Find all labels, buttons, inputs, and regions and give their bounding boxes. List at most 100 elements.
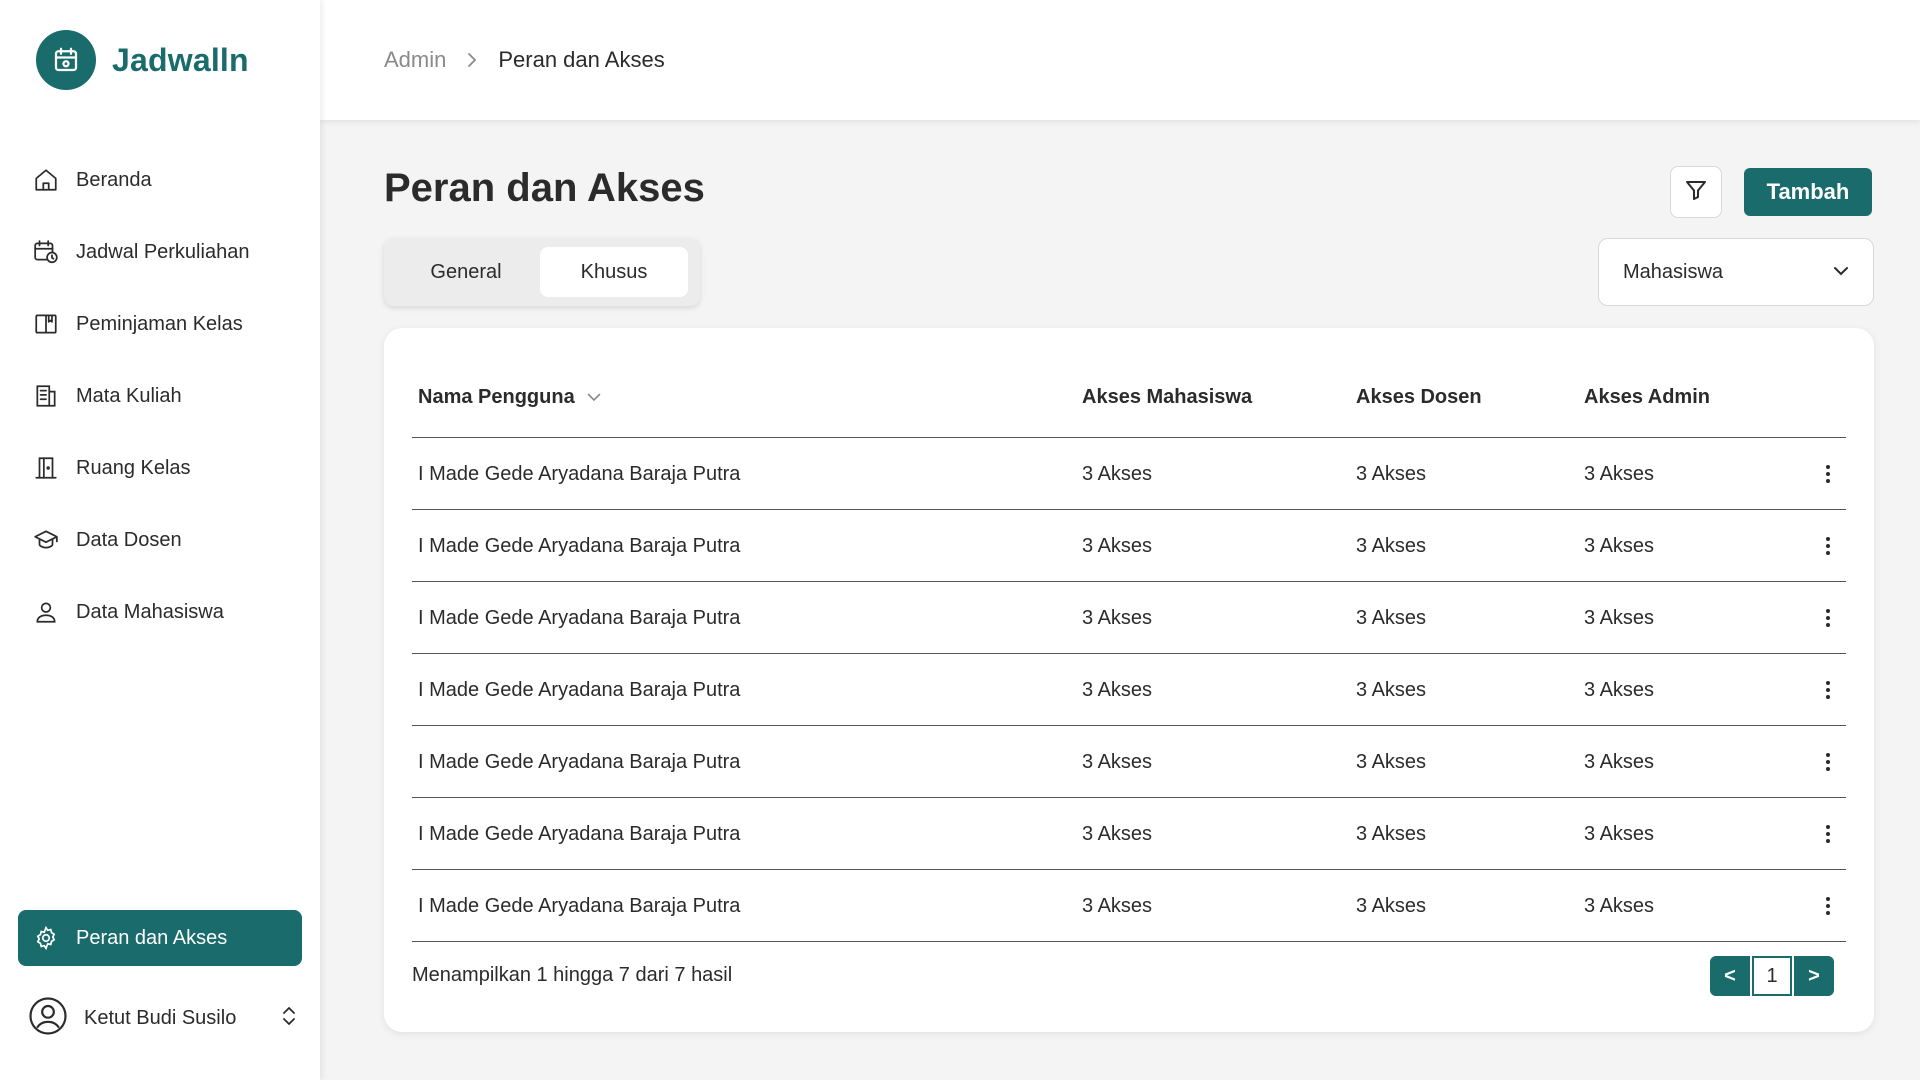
chevron-down-icon [1833,263,1849,281]
cell-akses-dosen: 3 Akses [1356,750,1427,773]
cell-nama: I Made Gede Aryadana Baraja Putra [418,534,741,557]
sidebar-item-mata-kuliah[interactable]: Mata Kuliah [18,368,302,424]
cell-akses-admin: 3 Akses [1584,894,1655,917]
column-header-akses-dosen: Akses Dosen [1356,385,1482,408]
cell-akses-admin: 3 Akses [1584,606,1655,629]
column-header-akses-admin: Akses Admin [1584,385,1710,408]
sidebar-item-label: Peminjaman Kelas [76,312,243,335]
cell-nama: I Made Gede Aryadana Baraja Putra [418,462,741,485]
page-number-button[interactable]: 1 [1752,956,1792,996]
sidebar-item-jadwal-perkuliahan[interactable]: Jadwal Perkuliahan [18,224,302,280]
more-vertical-icon[interactable] [1816,870,1840,942]
door-icon [32,454,60,482]
avatar-icon [28,996,68,1041]
tab-group: General Khusus [384,238,700,306]
sidebar-item-label: Data Dosen [76,528,182,551]
page-title: Peran dan Akses [384,166,705,210]
table-row: I Made Gede Aryadana Baraja Putra 3 Akse… [412,510,1846,582]
user-icon [32,598,60,626]
cell-nama: I Made Gede Aryadana Baraja Putra [418,606,741,629]
cell-akses-mahasiswa: 3 Akses [1082,894,1153,917]
pagination: < 1 > [1710,956,1834,996]
table-row: I Made Gede Aryadana Baraja Putra 3 Akse… [412,798,1846,870]
sidebar-item-label: Peran dan Akses [76,926,228,949]
more-vertical-icon[interactable] [1816,654,1840,726]
add-button[interactable]: Tambah [1744,168,1872,216]
breadcrumb-admin[interactable]: Admin [384,47,446,73]
cell-akses-dosen: 3 Akses [1356,534,1427,557]
sidebar-item-label: Mata Kuliah [76,384,182,407]
table-row: I Made Gede Aryadana Baraja Putra 3 Akse… [412,438,1846,510]
sidebar-item-data-mahasiswa[interactable]: Data Mahasiswa [18,584,302,640]
filter-button[interactable] [1670,166,1722,218]
cell-nama: I Made Gede Aryadana Baraja Putra [418,678,741,701]
more-vertical-icon[interactable] [1816,798,1840,870]
cell-akses-admin: 3 Akses [1584,534,1655,557]
next-page-button[interactable]: > [1794,956,1834,996]
cell-akses-dosen: 3 Akses [1356,462,1427,485]
more-vertical-icon[interactable] [1816,438,1840,510]
cell-nama: I Made Gede Aryadana Baraja Putra [418,822,741,845]
table-header: Nama Pengguna Akses Mahasiswa Akses Dose… [412,356,1846,438]
home-icon [32,166,60,194]
book-open-icon [32,310,60,338]
cell-akses-admin: 3 Akses [1584,750,1655,773]
cell-akses-mahasiswa: 3 Akses [1082,534,1153,557]
document-list-icon [32,382,60,410]
filter-icon [1684,178,1708,207]
role-select[interactable]: Mahasiswa [1598,238,1874,306]
column-header-nama[interactable]: Nama Pengguna [418,356,601,438]
cell-akses-dosen: 3 Akses [1356,606,1427,629]
table-row: I Made Gede Aryadana Baraja Putra 3 Akse… [412,654,1846,726]
calendar-clock-icon [32,238,60,266]
prev-page-button[interactable]: < [1710,956,1750,996]
more-vertical-icon[interactable] [1816,510,1840,582]
cell-nama: I Made Gede Aryadana Baraja Putra [418,750,741,773]
cell-akses-dosen: 3 Akses [1356,894,1427,917]
topbar: Admin Peran dan Akses [320,0,1920,120]
cell-akses-mahasiswa: 3 Akses [1082,750,1153,773]
brand[interactable]: Jadwalln [36,30,249,90]
sidebar-item-label: Ruang Kelas [76,456,191,479]
chevron-up-down-icon[interactable] [280,1005,298,1032]
calendar-logo-icon [36,30,96,90]
chevron-right-icon [466,52,478,68]
table-body: I Made Gede Aryadana Baraja Putra 3 Akse… [412,438,1846,942]
cell-akses-mahasiswa: 3 Akses [1082,822,1153,845]
cell-akses-admin: 3 Akses [1584,822,1655,845]
table-row: I Made Gede Aryadana Baraja Putra 3 Akse… [412,582,1846,654]
gear-icon [32,924,60,952]
table-row: I Made Gede Aryadana Baraja Putra 3 Akse… [412,726,1846,798]
cell-akses-admin: 3 Akses [1584,678,1655,701]
sidebar-item-data-dosen[interactable]: Data Dosen [18,512,302,568]
tab-general[interactable]: General [392,247,540,297]
more-vertical-icon[interactable] [1816,582,1840,654]
sidebar-item-ruang-kelas[interactable]: Ruang Kelas [18,440,302,496]
table-summary: Menampilkan 1 hingga 7 dari 7 hasil [412,964,733,986]
tab-khusus[interactable]: Khusus [540,247,688,297]
column-header-label: Nama Pengguna [418,385,575,408]
user-name: Ketut Budi Susilo [84,1006,237,1029]
sidebar-item-peran-dan-akses[interactable]: Peran dan Akses [18,910,302,966]
cell-akses-mahasiswa: 3 Akses [1082,462,1153,485]
column-header-akses-mahasiswa: Akses Mahasiswa [1082,385,1253,408]
sidebar-item-label: Jadwal Perkuliahan [76,240,250,263]
sidebar-item-beranda[interactable]: Beranda [18,152,302,208]
cell-akses-dosen: 3 Akses [1356,822,1427,845]
cell-akses-mahasiswa: 3 Akses [1082,606,1153,629]
table-card: Nama Pengguna Akses Mahasiswa Akses Dose… [384,328,1874,1032]
breadcrumb-current: Peran dan Akses [498,47,665,72]
cell-akses-admin: 3 Akses [1584,462,1655,485]
brand-name: Jadwalln [112,41,249,78]
sidebar-item-peminjaman-kelas[interactable]: Peminjaman Kelas [18,296,302,352]
more-vertical-icon[interactable] [1816,726,1840,798]
sort-chevron-icon [587,393,601,402]
sidebar-item-label: Data Mahasiswa [76,600,224,623]
cell-akses-mahasiswa: 3 Akses [1082,678,1153,701]
sidebar-item-label: Beranda [76,168,152,191]
sidebar-nav: Beranda Jadwal Perkuliahan Peminjaman Ke… [18,152,302,656]
cell-nama: I Made Gede Aryadana Baraja Putra [418,894,741,917]
cell-akses-dosen: 3 Akses [1356,678,1427,701]
user-menu[interactable]: Ketut Budi Susilo [28,996,298,1040]
role-select-value: Mahasiswa [1623,260,1724,283]
